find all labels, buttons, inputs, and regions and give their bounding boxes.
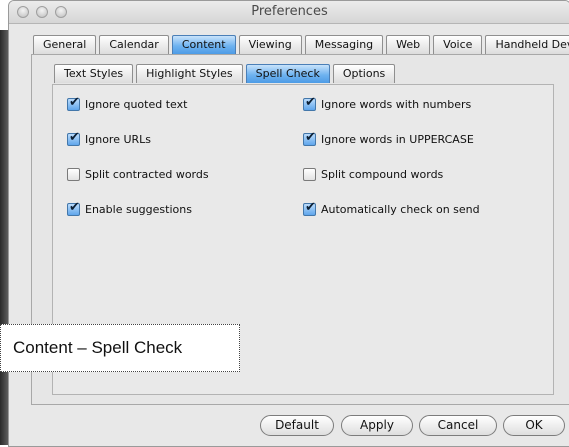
tab-voice[interactable]: Voice xyxy=(433,35,483,54)
option-ignore-uppercase[interactable]: Ignore words in UPPERCASE xyxy=(303,130,474,146)
checkbox-ignore-quoted-text[interactable] xyxy=(67,95,80,111)
window-title: Preferences xyxy=(251,4,328,19)
checkbox-ignore-uppercase[interactable] xyxy=(303,130,316,146)
tab-web[interactable]: Web xyxy=(386,35,431,54)
sub-tab-bar: Text Styles Highlight Styles Spell Check… xyxy=(54,64,398,83)
option-label: Split contracted words xyxy=(85,168,209,181)
option-label: Automatically check on send xyxy=(321,203,480,216)
tab-messaging[interactable]: Messaging xyxy=(304,35,384,54)
subtab-highlight-styles[interactable]: Highlight Styles xyxy=(136,64,243,83)
option-label: Ignore words in UPPERCASE xyxy=(321,133,474,146)
checkbox-ignore-words-with-numbers[interactable] xyxy=(303,95,316,111)
tab-general[interactable]: General xyxy=(33,35,97,54)
option-ignore-words-with-numbers[interactable]: Ignore words with numbers xyxy=(303,95,472,111)
option-auto-check-on-send[interactable]: Automatically check on send xyxy=(303,200,480,216)
title-bar[interactable]: Preferences xyxy=(9,1,569,24)
preferences-window: Preferences General Calendar Content Vie… xyxy=(8,0,569,447)
subtab-options[interactable]: Options xyxy=(332,64,396,83)
tab-viewing[interactable]: Viewing xyxy=(238,35,302,54)
ok-button[interactable]: OK xyxy=(503,415,565,436)
option-split-compound-words[interactable]: Split compound words xyxy=(303,168,443,181)
checkbox-enable-suggestions[interactable] xyxy=(67,200,80,216)
main-tab-bar: General Calendar Content Viewing Messagi… xyxy=(33,35,569,55)
option-label: Ignore URLs xyxy=(85,133,152,146)
tab-handheld-devices[interactable]: Handheld Devices xyxy=(485,35,569,54)
option-enable-suggestions[interactable]: Enable suggestions xyxy=(67,200,192,216)
checkbox-ignore-urls[interactable] xyxy=(67,130,80,146)
tab-content[interactable]: Content xyxy=(171,35,236,54)
checkbox-auto-check-on-send[interactable] xyxy=(303,200,316,216)
subtab-text-styles[interactable]: Text Styles xyxy=(54,64,134,83)
option-label: Ignore words with numbers xyxy=(321,98,472,111)
option-label: Enable suggestions xyxy=(85,203,192,216)
apply-button[interactable]: Apply xyxy=(341,415,413,436)
subtab-spell-check[interactable]: Spell Check xyxy=(245,64,330,83)
option-ignore-urls[interactable]: Ignore URLs xyxy=(67,130,152,146)
option-ignore-quoted-text[interactable]: Ignore quoted text xyxy=(67,95,188,111)
checkbox-split-contracted-words[interactable] xyxy=(67,168,80,181)
tab-calendar[interactable]: Calendar xyxy=(99,35,169,54)
default-button[interactable]: Default xyxy=(260,415,334,436)
option-label: Split compound words xyxy=(321,168,444,181)
screenshot-caption: Content – Spell Check xyxy=(0,324,240,372)
cancel-button[interactable]: Cancel xyxy=(419,415,497,436)
option-label: Ignore quoted text xyxy=(85,98,188,111)
checkbox-split-compound-words[interactable] xyxy=(303,168,316,181)
option-split-contracted-words[interactable]: Split contracted words xyxy=(67,168,209,181)
